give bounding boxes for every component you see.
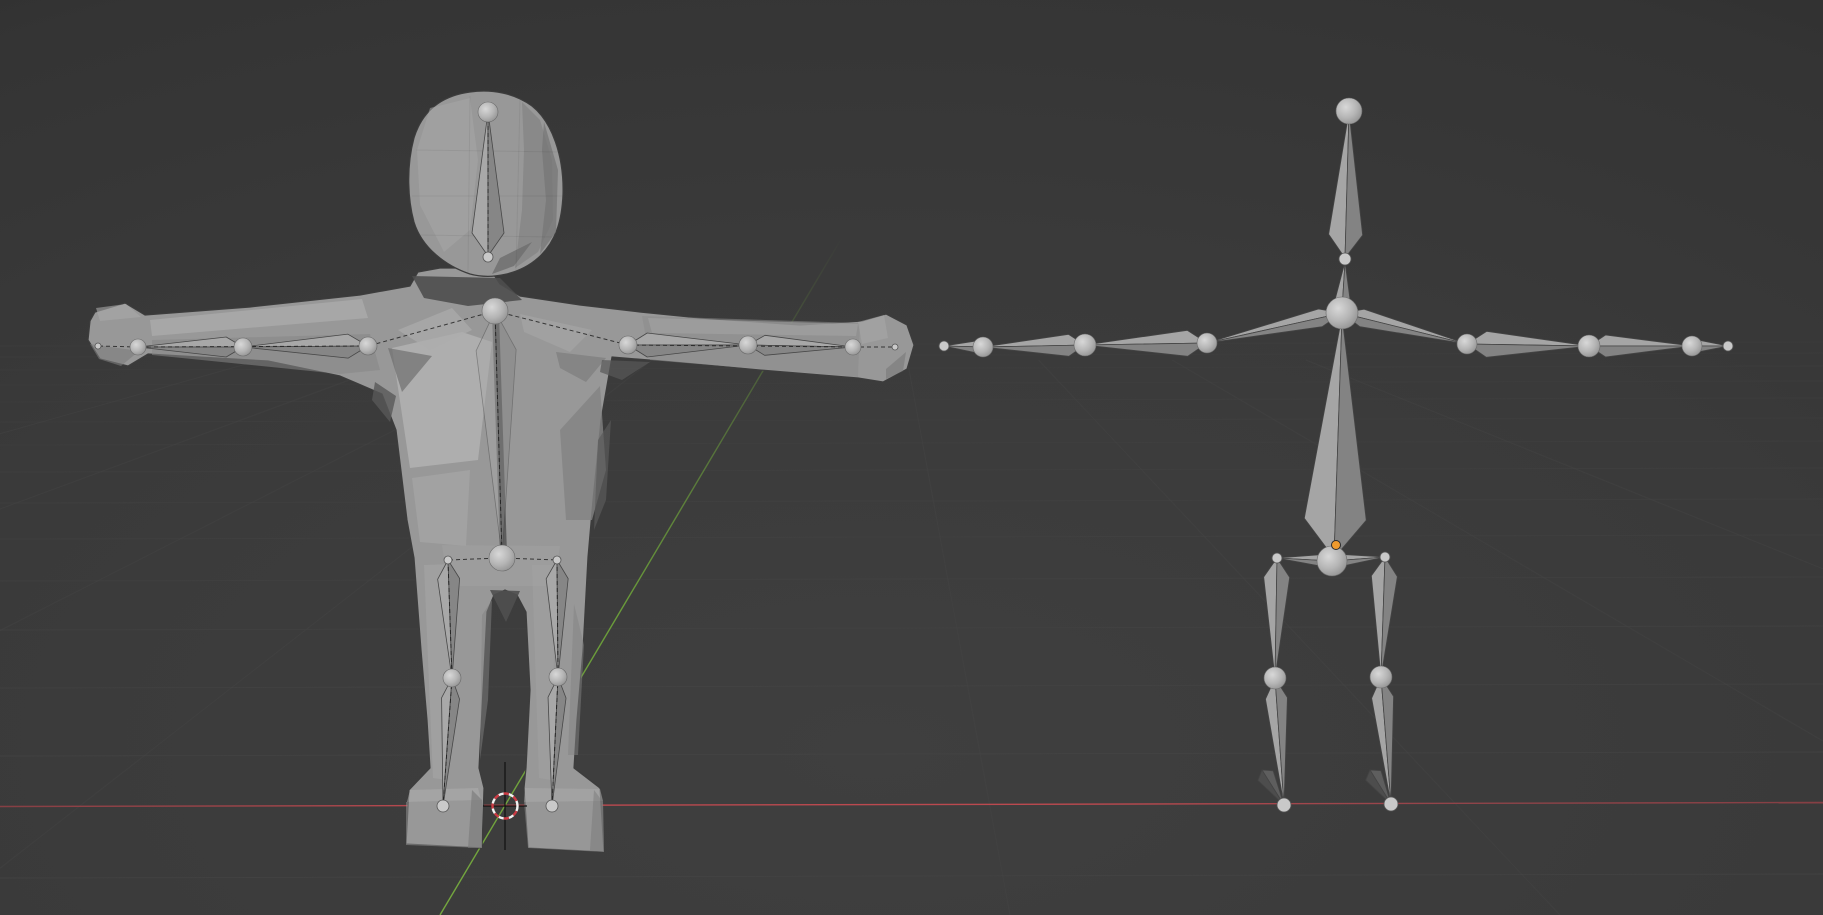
joint-sphere[interactable]	[845, 339, 861, 355]
joint-dot[interactable]	[892, 344, 898, 350]
joint-sphere[interactable]	[478, 102, 498, 122]
joint-dot[interactable]	[483, 252, 493, 262]
joint-sphere[interactable]	[234, 338, 252, 356]
joint-sphere[interactable]	[482, 298, 508, 324]
joint-sphere[interactable]	[1336, 98, 1362, 124]
object-origin-dot[interactable]	[1332, 541, 1341, 550]
joint-sphere[interactable]	[1682, 336, 1702, 356]
joint-dot[interactable]	[437, 800, 449, 812]
joint-sphere[interactable]	[1317, 546, 1347, 576]
joint-sphere[interactable]	[1578, 335, 1600, 357]
joint-dot[interactable]	[1272, 553, 1282, 563]
joint-dot[interactable]	[546, 800, 558, 812]
joint-sphere[interactable]	[973, 337, 993, 357]
joint-sphere[interactable]	[1457, 334, 1477, 354]
viewport-background	[0, 0, 1823, 915]
joint-sphere[interactable]	[443, 669, 461, 687]
viewport-scene	[0, 0, 1823, 915]
joint-dot[interactable]	[95, 343, 101, 349]
joint-dot[interactable]	[444, 556, 452, 564]
blender-3d-viewport[interactable]	[0, 0, 1823, 915]
joint-sphere[interactable]	[489, 545, 515, 571]
joint-dot[interactable]	[553, 556, 561, 564]
joint-sphere[interactable]	[359, 337, 377, 355]
joint-sphere[interactable]	[130, 339, 146, 355]
joint-sphere[interactable]	[549, 668, 567, 686]
joint-dot[interactable]	[1339, 253, 1351, 265]
joint-dot[interactable]	[1723, 341, 1733, 351]
joint-sphere[interactable]	[619, 336, 637, 354]
joint-sphere[interactable]	[1370, 666, 1392, 688]
joint-sphere[interactable]	[1326, 297, 1358, 329]
joint-sphere[interactable]	[1264, 667, 1286, 689]
joint-dot[interactable]	[939, 341, 949, 351]
joint-dot[interactable]	[1384, 797, 1398, 811]
joint-sphere[interactable]	[1074, 334, 1096, 356]
joint-dot[interactable]	[1277, 798, 1291, 812]
joint-sphere[interactable]	[1197, 333, 1217, 353]
joint-sphere[interactable]	[739, 336, 757, 354]
joint-dot[interactable]	[1380, 552, 1390, 562]
